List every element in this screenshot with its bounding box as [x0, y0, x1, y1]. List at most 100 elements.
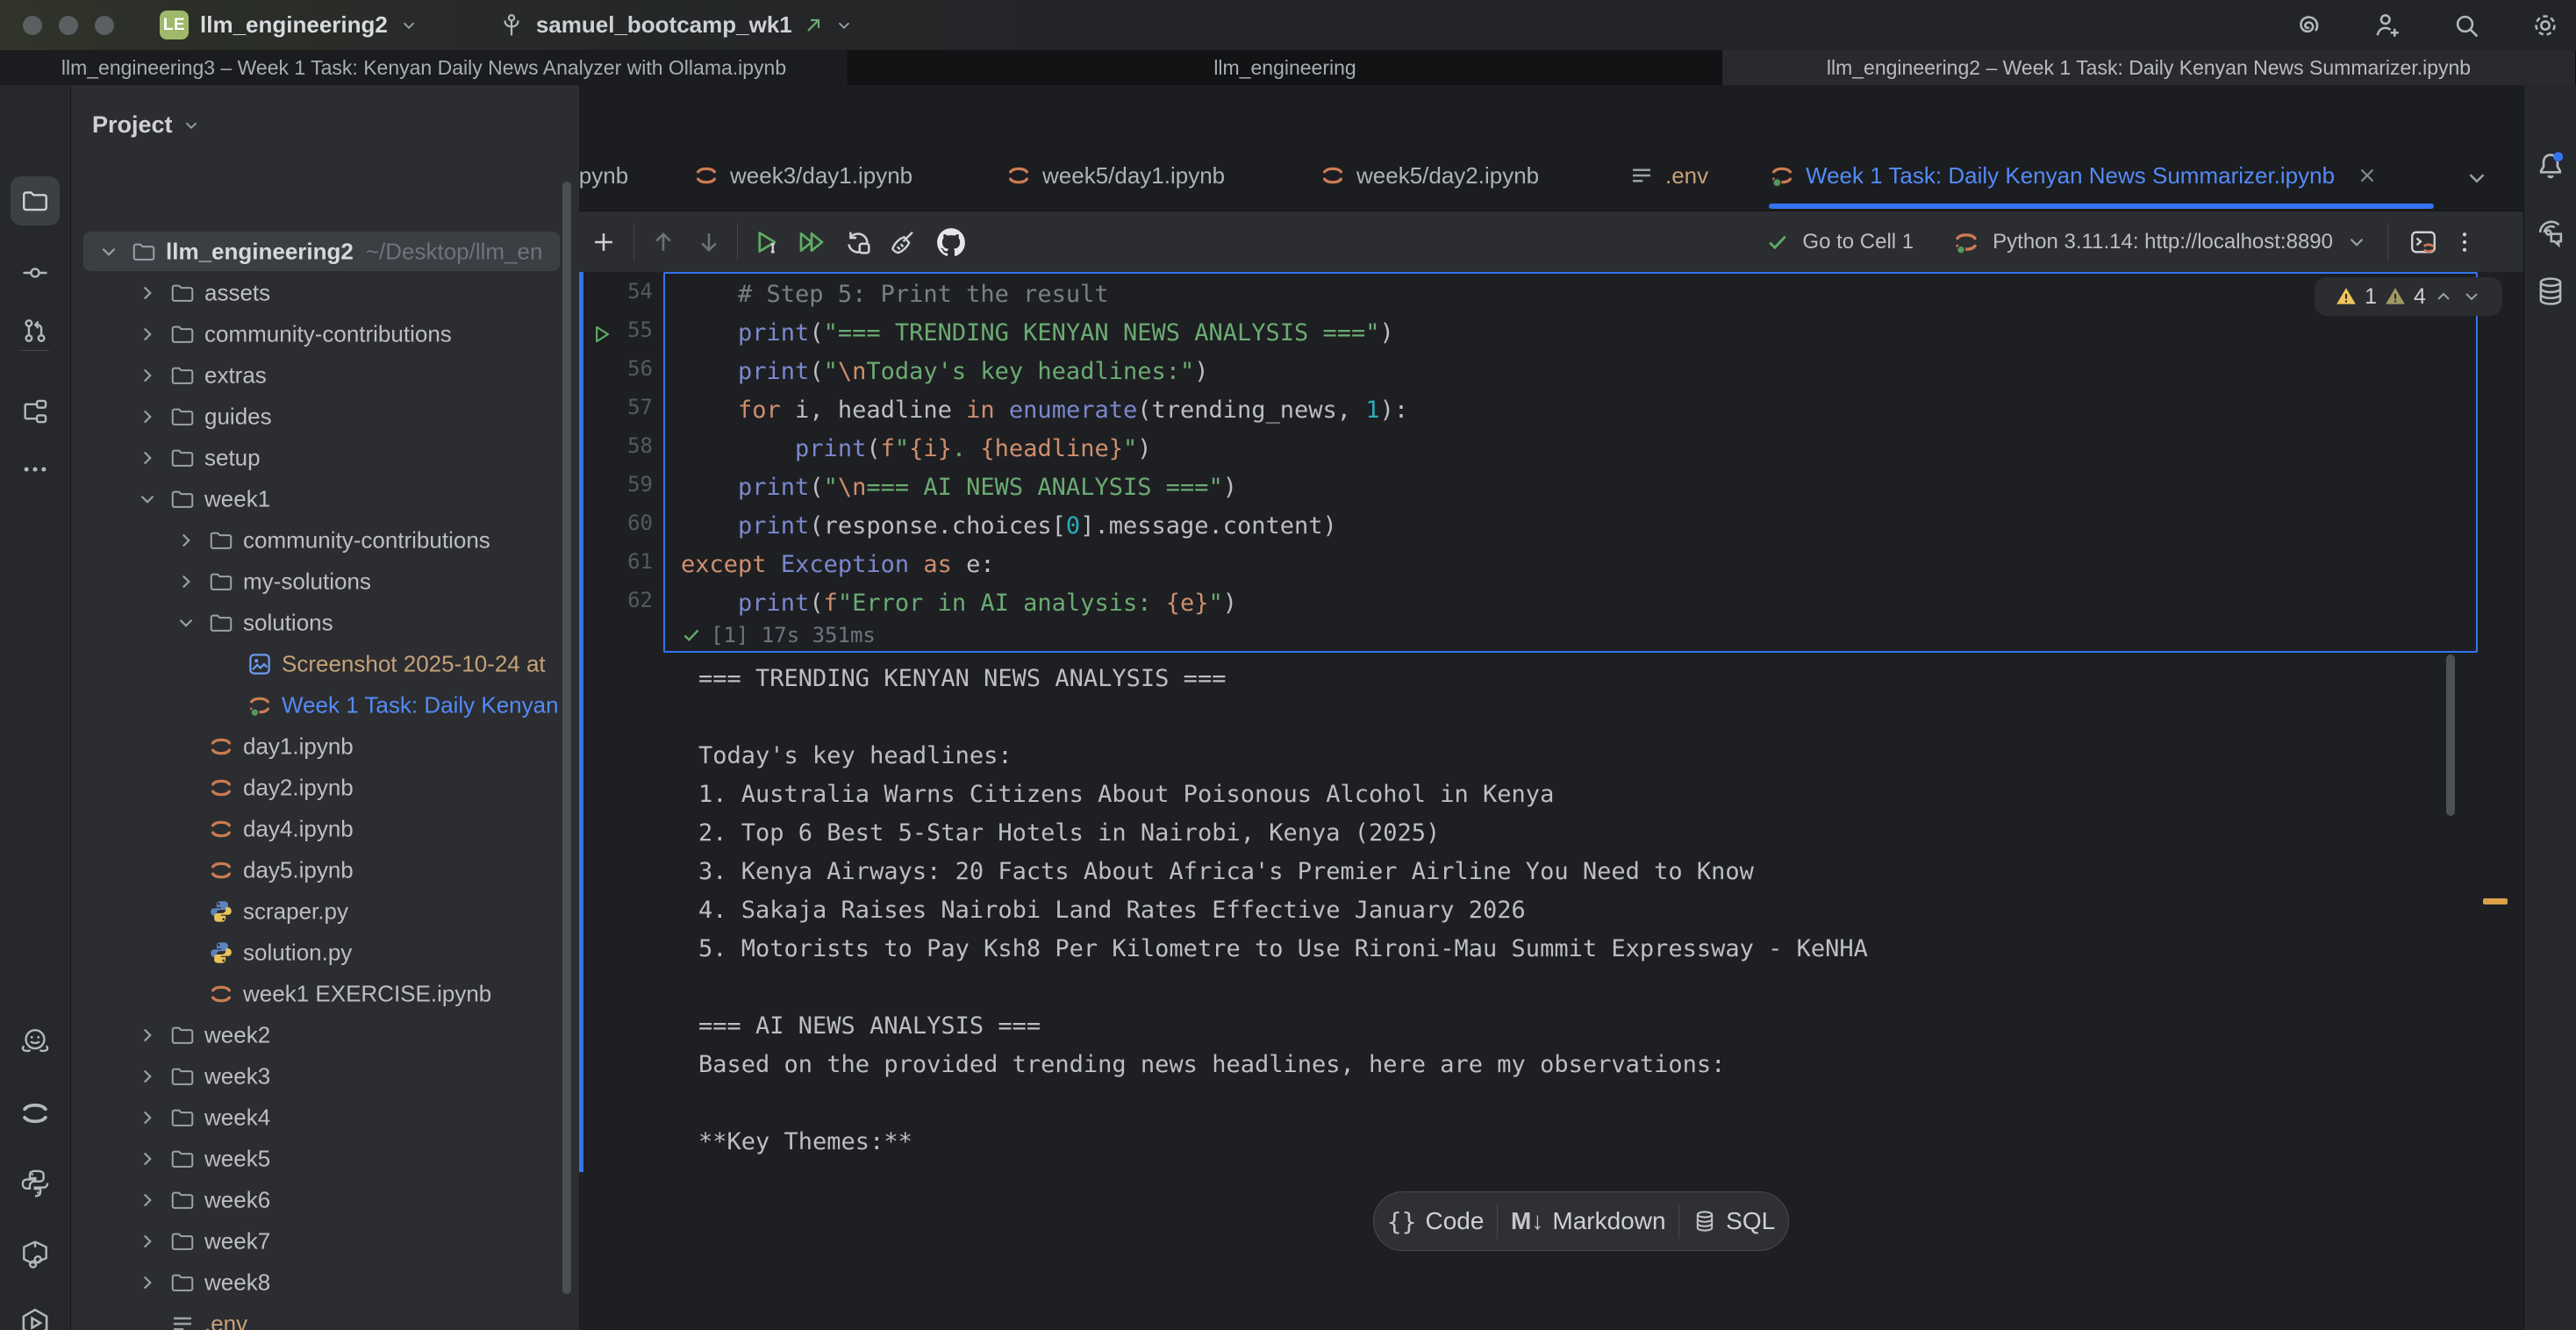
- project-selector[interactable]: LE llm_engineering2: [160, 11, 419, 39]
- add-cell-icon[interactable]: [586, 225, 621, 260]
- tree-item-guides[interactable]: guides: [71, 396, 579, 437]
- run-line-icon[interactable]: [590, 322, 614, 347]
- add-sql-cell-button[interactable]: SQL: [1692, 1207, 1775, 1235]
- commit-tool-icon[interactable]: [11, 248, 60, 297]
- tree-item-env[interactable]: .env: [71, 1303, 579, 1330]
- ai-assistant-icon[interactable]: [2292, 9, 2325, 42]
- more-options-kebab-icon[interactable]: [2451, 229, 2478, 255]
- run-all-cells-icon[interactable]: [794, 225, 829, 260]
- editor-tab-week5-day2-ipynb[interactable]: week5/day2.ipynb: [1320, 140, 1539, 211]
- tree-item-assets[interactable]: assets: [71, 272, 579, 313]
- pull-requests-tool-icon[interactable]: [11, 306, 60, 355]
- previous-warning-chevron-icon[interactable]: [2433, 286, 2454, 307]
- settings-icon[interactable]: [2529, 9, 2562, 42]
- python-tool-icon[interactable]: [11, 1159, 60, 1208]
- run-cell-icon[interactable]: [749, 225, 784, 260]
- chevron-right-icon[interactable]: [134, 445, 161, 471]
- editor-tab-week-1-task-daily-kenyan-news-summarizer-ipynb[interactable]: Week 1 Task: Daily Kenyan News Summarize…: [1769, 140, 2434, 211]
- code-cell[interactable]: # Step 5: Print the result print("=== TR…: [663, 272, 2478, 653]
- search-icon[interactable]: [2450, 9, 2483, 42]
- tree-item-llm-engineering2[interactable]: llm_engineering2~/Desktop/llm_en: [71, 231, 579, 272]
- tree-item-extras[interactable]: extras: [71, 354, 579, 396]
- go-to-cell-button[interactable]: Go to Cell 1: [1802, 230, 1914, 254]
- notifications-bell-icon[interactable]: [2533, 148, 2568, 183]
- window-zoom-button[interactable]: [95, 16, 114, 35]
- editor-tab-week3-day1-ipynb[interactable]: week3/day1.ipynb: [693, 140, 912, 211]
- database-tool-icon[interactable]: [2533, 274, 2568, 309]
- add-code-cell-button[interactable]: {} Code: [1387, 1207, 1485, 1236]
- editor-tab-ipynb[interactable]: ipynb: [579, 140, 628, 211]
- tree-item-week1-exercise-ipynb[interactable]: week1 EXERCISE.ipynb: [71, 973, 579, 1014]
- chevron-right-icon[interactable]: [134, 1105, 161, 1131]
- window-tab[interactable]: llm_engineering3 – Week 1 Task: Kenyan D…: [0, 50, 848, 85]
- tree-item-day2-ipynb[interactable]: day2.ipynb: [71, 767, 579, 808]
- editor-tab-week5-day1-ipynb[interactable]: week5/day1.ipynb: [1005, 140, 1225, 211]
- move-cell-down-icon[interactable]: [691, 225, 726, 260]
- tab-list-chevron-icon[interactable]: [2464, 165, 2490, 191]
- tree-item-week2[interactable]: week2: [71, 1014, 579, 1055]
- window-tab[interactable]: llm_engineering: [848, 50, 1722, 85]
- tree-item-day4-ipynb[interactable]: day4.ipynb: [71, 808, 579, 849]
- restart-kernel-icon[interactable]: [841, 225, 876, 260]
- chevron-right-icon[interactable]: [134, 1022, 161, 1048]
- tree-item-screenshot-2025-10-24-at[interactable]: Screenshot 2025-10-24 at: [71, 643, 579, 684]
- project-folder-tool-icon[interactable]: [11, 176, 60, 225]
- close-icon[interactable]: [2356, 164, 2379, 187]
- tree-item-week4[interactable]: week4: [71, 1097, 579, 1138]
- next-warning-chevron-icon[interactable]: [2461, 286, 2482, 307]
- editor-tab-env[interactable]: .env: [1628, 140, 1708, 211]
- add-user-icon[interactable]: [2371, 9, 2404, 42]
- clear-outputs-icon[interactable]: [884, 225, 919, 260]
- project-tree-scrollbar[interactable]: [562, 182, 571, 1294]
- window-minimize-button[interactable]: [59, 16, 78, 35]
- chevron-right-icon[interactable]: [134, 404, 161, 430]
- more-tool-icon[interactable]: [11, 445, 60, 494]
- window-controls[interactable]: [23, 16, 114, 35]
- chevron-down-icon[interactable]: [134, 486, 161, 512]
- tree-item-week7[interactable]: week7: [71, 1220, 579, 1262]
- move-cell-up-icon[interactable]: [646, 225, 681, 260]
- ai-chat-icon[interactable]: [2533, 215, 2568, 250]
- tree-item-my-solutions[interactable]: my-solutions: [71, 561, 579, 602]
- python-packages-tool-icon[interactable]: [11, 1230, 60, 1279]
- tree-item-week1[interactable]: week1: [71, 478, 579, 519]
- tree-item-week8[interactable]: week8: [71, 1262, 579, 1303]
- jupyter-console-icon[interactable]: [2408, 226, 2439, 258]
- chevron-right-icon[interactable]: [134, 1063, 161, 1090]
- run-hexagon-tool-icon[interactable]: [11, 1298, 60, 1330]
- structure-tool-icon[interactable]: [11, 387, 60, 436]
- tree-item-week3[interactable]: week3: [71, 1055, 579, 1097]
- output-scrollbar[interactable]: [2446, 654, 2455, 816]
- jupyter-tool-icon[interactable]: [11, 1089, 60, 1138]
- tree-item-week-1-task-daily-kenyan[interactable]: Week 1 Task: Daily Kenyan: [71, 684, 579, 726]
- chevron-right-icon[interactable]: [134, 280, 161, 306]
- chevron-right-icon[interactable]: [134, 1146, 161, 1172]
- hugging-face-tool-icon[interactable]: [11, 1017, 60, 1066]
- chevron-down-icon[interactable]: [2345, 231, 2368, 254]
- tree-item-setup[interactable]: setup: [71, 437, 579, 478]
- tree-item-day5-ipynb[interactable]: day5.ipynb: [71, 849, 579, 890]
- window-close-button[interactable]: [23, 16, 42, 35]
- tree-item-community-contributions[interactable]: community-contributions: [71, 519, 579, 561]
- branch-selector[interactable]: samuel_bootcamp_wk1: [497, 11, 854, 39]
- window-tab[interactable]: llm_engineering2 – Week 1 Task: Daily Ke…: [1722, 50, 2576, 85]
- tree-item-solution-py[interactable]: solution.py: [71, 932, 579, 973]
- chevron-right-icon[interactable]: [173, 568, 199, 595]
- inspections-widget[interactable]: 1 4: [2315, 277, 2502, 316]
- chevron-right-icon[interactable]: [173, 527, 199, 554]
- add-markdown-cell-button[interactable]: M↓ Markdown: [1511, 1207, 1666, 1235]
- chevron-right-icon[interactable]: [134, 1187, 161, 1213]
- tree-item-week5[interactable]: week5: [71, 1138, 579, 1179]
- error-stripe-warning-mark[interactable]: [2483, 898, 2508, 905]
- tree-item-day1-ipynb[interactable]: day1.ipynb: [71, 726, 579, 767]
- chevron-down-icon[interactable]: [96, 239, 122, 265]
- tree-item-week6[interactable]: week6: [71, 1179, 579, 1220]
- chevron-right-icon[interactable]: [134, 321, 161, 347]
- chevron-right-icon[interactable]: [134, 362, 161, 389]
- chevron-right-icon[interactable]: [134, 1269, 161, 1296]
- tree-item-scraper-py[interactable]: scraper.py: [71, 890, 579, 932]
- chevron-right-icon[interactable]: [134, 1228, 161, 1255]
- tree-item-community-contributions[interactable]: community-contributions: [71, 313, 579, 354]
- chevron-down-icon[interactable]: [173, 610, 199, 636]
- chevron-down-icon[interactable]: [182, 116, 201, 135]
